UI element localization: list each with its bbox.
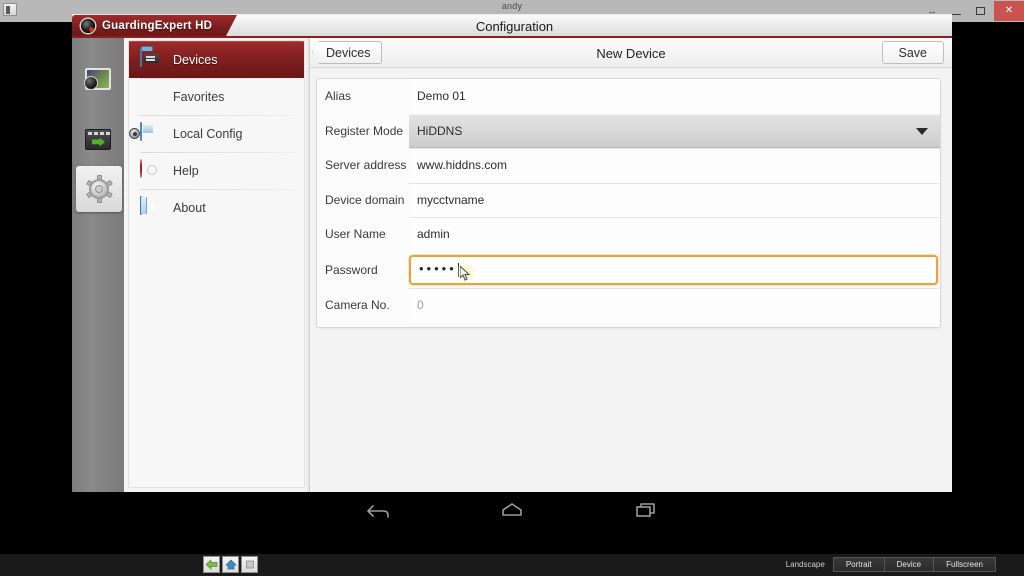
device-domain-input[interactable]: mycctvname xyxy=(409,182,940,217)
field-label: Password xyxy=(325,262,378,277)
orientation-label: Landscape xyxy=(785,560,825,569)
field-label: Device domain xyxy=(325,192,405,207)
device-button[interactable]: Device xyxy=(883,557,934,572)
emulator-frame-right xyxy=(952,22,1024,554)
emulator-frame-left xyxy=(0,22,72,554)
user-name-input[interactable]: admin xyxy=(409,217,940,252)
app-tab-label: GuardingExpert HD xyxy=(102,20,213,32)
folder-devices-icon xyxy=(140,48,162,71)
field-label: Server address xyxy=(325,158,407,173)
lifebuoy-help-icon xyxy=(140,158,162,182)
android-home-button[interactable] xyxy=(499,500,525,520)
register-mode-value: HiDDNS xyxy=(417,123,463,138)
form-row-camera-no: Camera No. 0 xyxy=(317,287,940,322)
recents-button[interactable] xyxy=(241,556,258,573)
gear-icon xyxy=(86,175,113,203)
field-label: Alias xyxy=(325,89,352,104)
info-book-icon: i xyxy=(140,195,162,219)
camera-lens-icon xyxy=(81,19,95,33)
form-row-device-domain: Device domain mycctvname xyxy=(317,182,940,217)
form-row-password: Password ••••• xyxy=(317,252,940,288)
sidebar-item-label: Favorites xyxy=(173,89,225,104)
form-row-server-address: Server address www.hiddns.com xyxy=(317,148,940,183)
local-config-icon xyxy=(129,121,162,145)
emulator-user-label: andy xyxy=(501,1,523,11)
sidebar-item-local-config[interactable]: Local Config xyxy=(129,115,304,152)
screen-record-icon xyxy=(85,128,111,150)
mouse-pointer-icon xyxy=(460,265,471,281)
field-label: User Name xyxy=(325,227,386,242)
portrait-button[interactable]: Portrait xyxy=(832,557,884,572)
guardingexpert-app: Devices Favorites Local Config Help i Ab… xyxy=(124,38,952,492)
save-button[interactable]: Save xyxy=(881,41,944,64)
application-tab-bar: GuardingExpert HD Configuration xyxy=(72,14,952,37)
record-tool[interactable] xyxy=(77,116,119,162)
server-address-input[interactable]: www.hiddns.com xyxy=(409,148,940,183)
back-button[interactable] xyxy=(203,556,220,573)
sidebar-item-label: Help xyxy=(173,163,199,178)
star-icon xyxy=(140,86,162,108)
home-button[interactable] xyxy=(222,556,239,573)
window-title: Configuration xyxy=(475,18,554,34)
sidebar-list: Devices Favorites Local Config Help i Ab… xyxy=(128,40,305,488)
password-masked-value: ••••• xyxy=(419,260,457,276)
sidebar-item-label: About xyxy=(173,200,206,215)
sidebar-item-favorites[interactable]: Favorites xyxy=(129,78,304,115)
screenshot-icon xyxy=(84,68,111,90)
content-panel: Devices New Device Save Alias Demo 01 Re… xyxy=(310,38,952,492)
emulator-frame-bottom xyxy=(0,528,1024,554)
restore-button[interactable] xyxy=(968,1,992,21)
emulator-bottom-bar: Landscape Portrait Device Fullscreen xyxy=(0,554,1024,576)
emulator-tool-rail xyxy=(72,38,124,528)
emulator-view-options: Landscape Portrait Device Fullscreen xyxy=(786,557,996,572)
register-mode-select[interactable]: HiDDNS xyxy=(409,113,940,148)
page-title: New Device xyxy=(596,45,666,61)
sidebar-item-about[interactable]: i About xyxy=(129,189,304,226)
android-nav-bar xyxy=(72,492,952,528)
chevron-down-icon xyxy=(916,127,928,135)
content-toolbar: Devices New Device Save xyxy=(310,38,952,68)
new-device-form: Alias Demo 01 Register Mode HiDDNS Serve… xyxy=(316,78,941,328)
form-row-user-name: User Name admin xyxy=(317,217,940,252)
settings-tool[interactable] xyxy=(76,166,122,212)
fullscreen-button[interactable]: Fullscreen xyxy=(933,557,996,572)
field-label: Camera No. xyxy=(325,297,390,312)
android-device-viewport: Devices Favorites Local Config Help i Ab… xyxy=(72,38,952,528)
square-recents-icon xyxy=(245,560,254,569)
sidebar-item-help[interactable]: Help xyxy=(129,152,304,189)
screenshot-tool[interactable] xyxy=(77,56,119,102)
sidebar-item-label: Devices xyxy=(173,53,218,67)
camera-no-input[interactable]: 0 xyxy=(409,287,940,322)
screenshot-root: andy ↔ ✕ GuardingExpert HD Configuration xyxy=(0,0,1024,576)
back-to-devices-button[interactable]: Devices xyxy=(312,41,383,64)
sidebar: Devices Favorites Local Config Help i Ab… xyxy=(124,38,310,492)
green-back-arrow-icon xyxy=(205,559,217,570)
field-label: Register Mode xyxy=(325,123,404,138)
alias-input[interactable]: Demo 01 xyxy=(409,79,940,114)
sidebar-item-devices[interactable]: Devices xyxy=(129,41,304,78)
close-button[interactable]: ✕ xyxy=(994,1,1024,21)
form-row-alias: Alias Demo 01 xyxy=(317,79,940,114)
blue-home-icon xyxy=(224,559,237,570)
password-input[interactable]: ••••• xyxy=(409,254,938,285)
android-recents-button[interactable] xyxy=(633,500,659,520)
sidebar-item-label: Local Config xyxy=(173,126,243,141)
emulator-nav-buttons xyxy=(203,556,258,573)
app-tab-guardingexpert[interactable]: GuardingExpert HD xyxy=(72,15,237,37)
form-row-register-mode: Register Mode HiDDNS xyxy=(317,113,940,149)
android-back-button[interactable] xyxy=(365,500,391,520)
